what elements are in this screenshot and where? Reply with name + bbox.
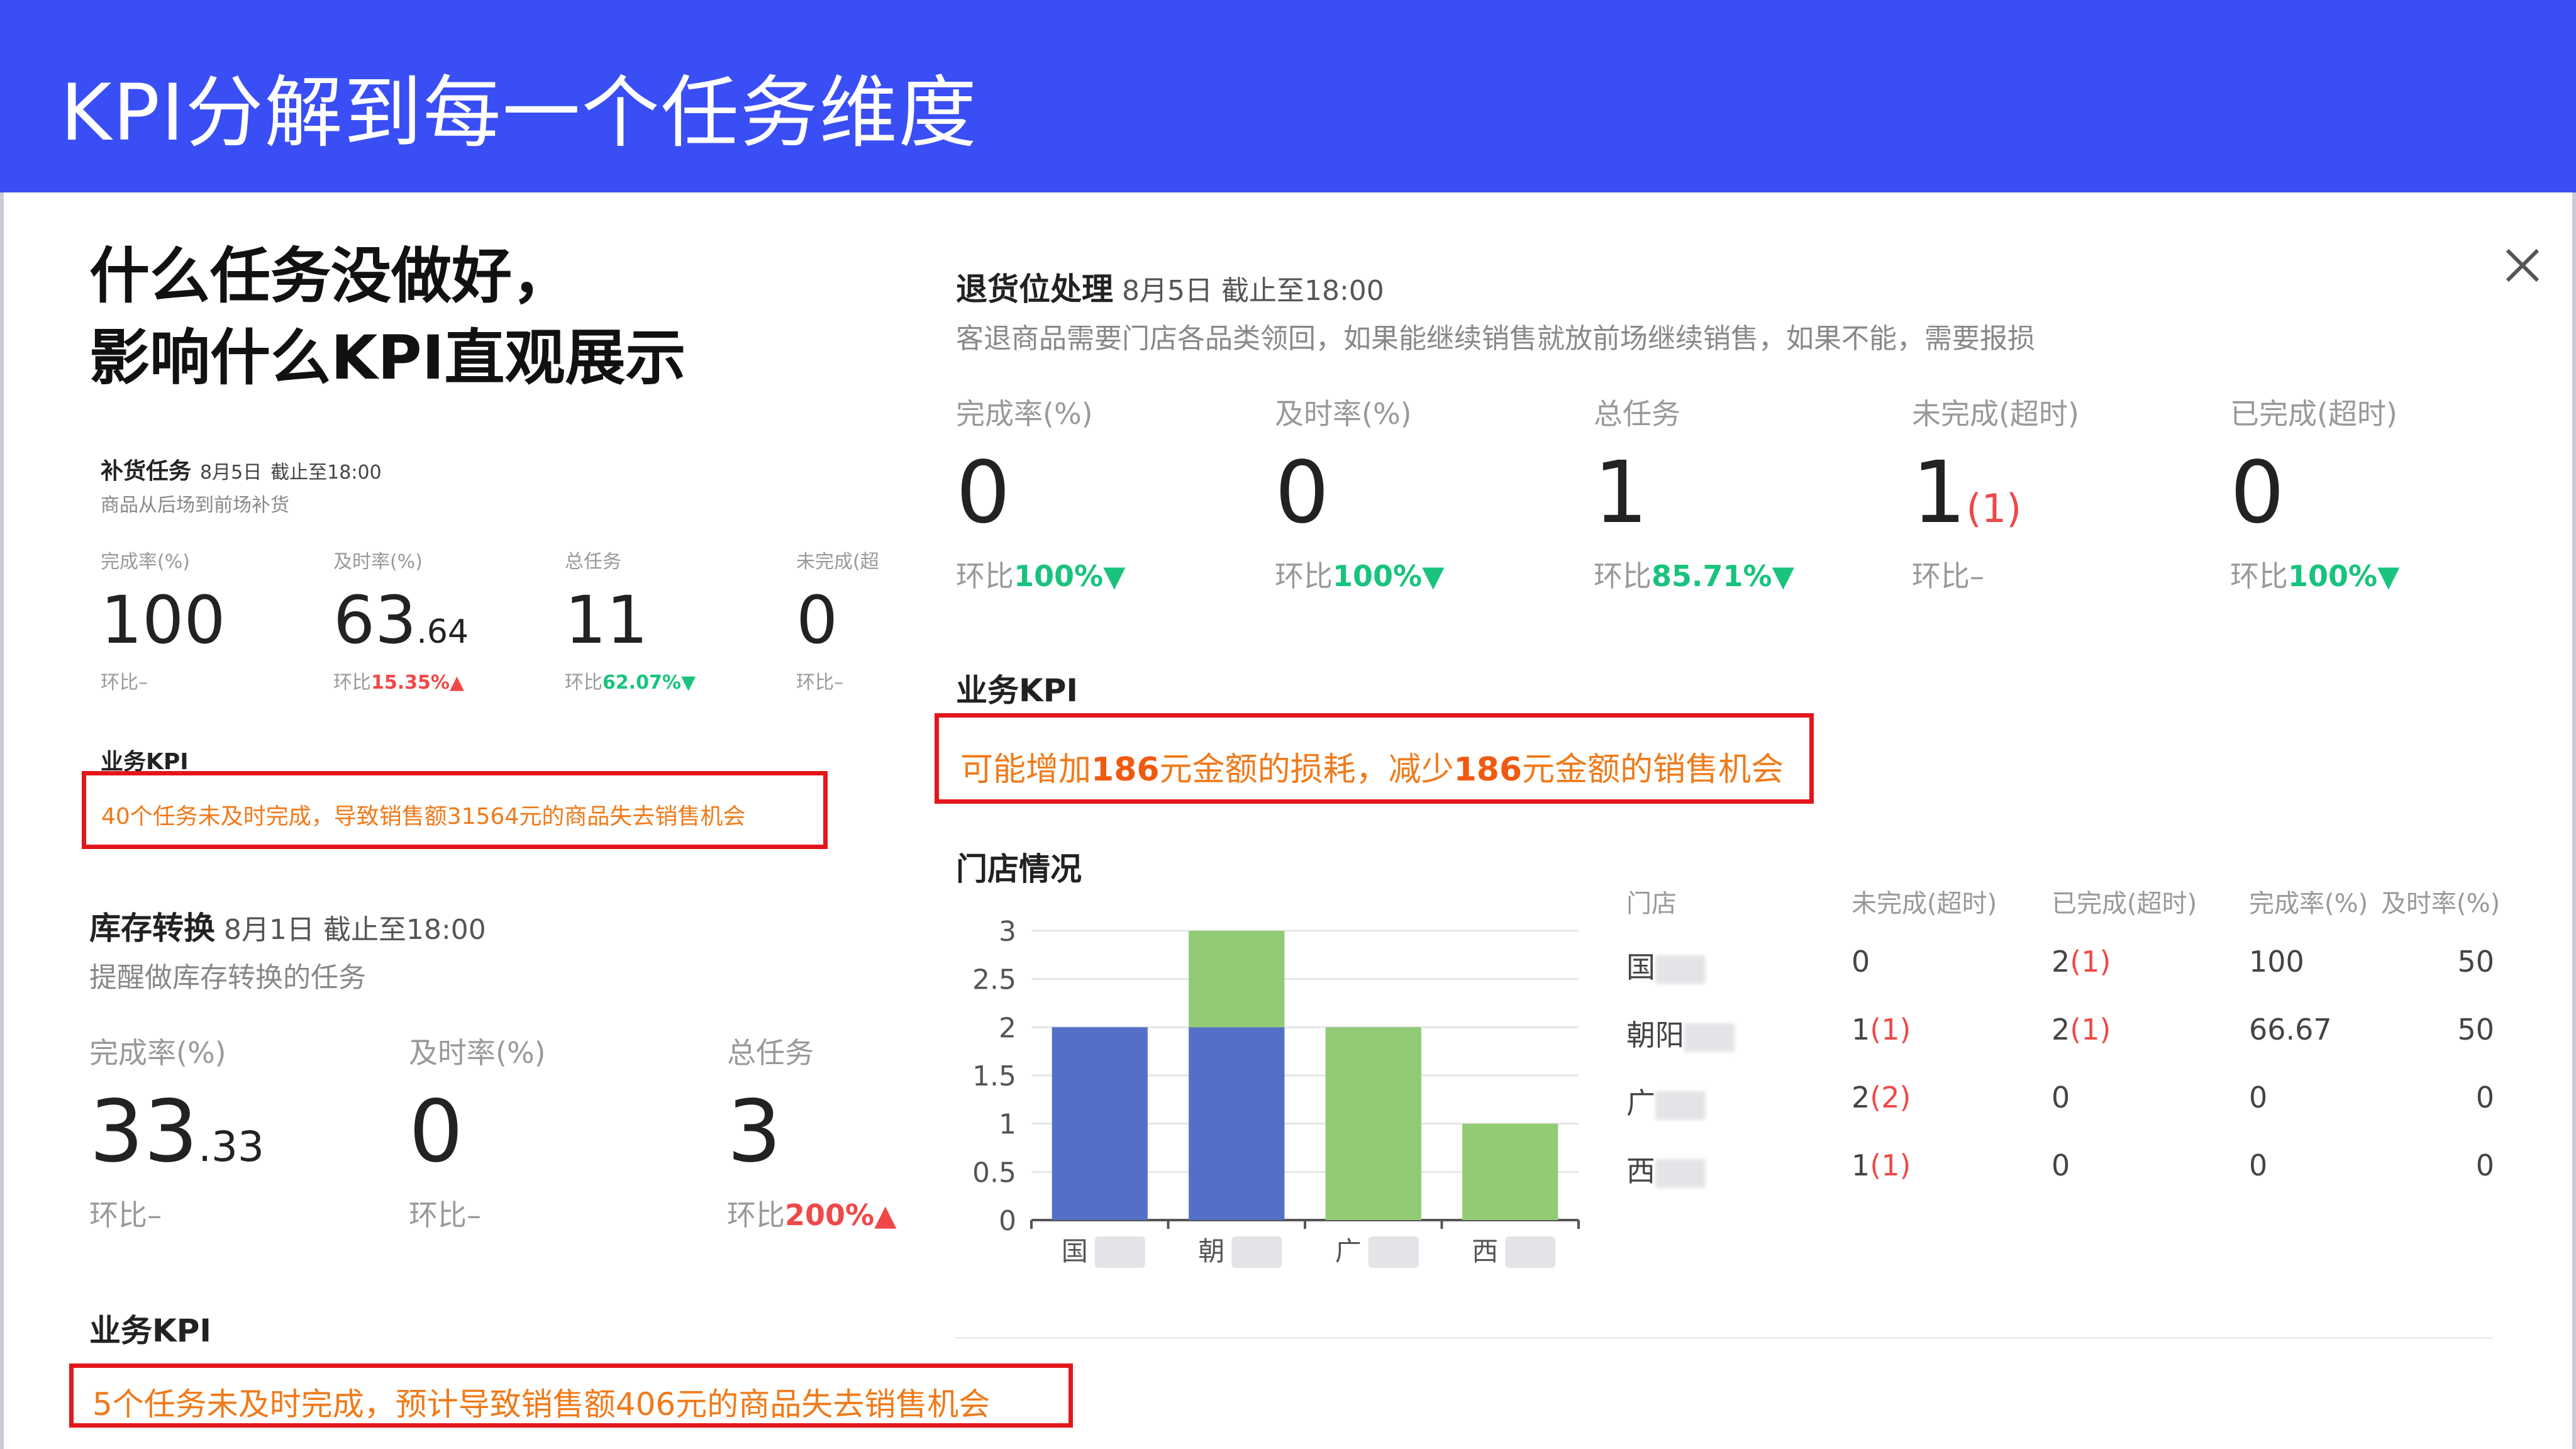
- inventory-desc: 提醒做库存转换的任务: [89, 962, 366, 994]
- returns-metric-completion: 完成率(%) 0 环比100%▼: [956, 397, 1126, 593]
- table-row[interactable]: 国: [1626, 945, 1706, 986]
- restock-metric-unfinished: 未完成(超 0 环比–: [796, 551, 879, 694]
- chart-label-blur: [1094, 1236, 1145, 1268]
- table-row[interactable]: 广: [1626, 1080, 1706, 1122]
- trend-down-icon: ▼: [1103, 559, 1126, 593]
- chart-xtick-label: 朝: [1198, 1236, 1224, 1267]
- blurred-text: [1655, 955, 1706, 984]
- chart-bar: [1189, 931, 1285, 1028]
- divider: [955, 1337, 2493, 1339]
- chart-ytick-label: 3: [999, 916, 1016, 948]
- returns-desc: 客退商品需要门店各品类领回，如果能继续销售就放前场继续销售，如果不能，需要报损: [956, 323, 2035, 355]
- chart-ytick-label: 0.5: [972, 1157, 1016, 1189]
- returns-kpi-label: 业务KPI: [956, 672, 1078, 709]
- chart-ytick-label: 1.5: [972, 1060, 1016, 1092]
- restock-desc: 商品从后场到前场补货: [101, 494, 289, 516]
- store-chart: 0 0.5 1 1.5 2 2.5 3 国 朝 广 西: [972, 916, 1580, 1268]
- chart-ytick-label: 2: [999, 1012, 1016, 1044]
- restock-metric-timely: 及时率(%) 63.64 环比15.35%▲: [333, 551, 469, 694]
- returns-title: 退货位处理 8月5日 截止至18:00: [956, 271, 1384, 308]
- restock-kpi-box: 40个任务未及时完成，导致销售额31564元的商品失去销售机会: [82, 771, 828, 849]
- trend-down-icon: ▼: [1422, 559, 1445, 593]
- trend-down-icon: ▼: [680, 672, 696, 694]
- headline: 什么任务没做好， 影响什么KPI直观展示: [89, 235, 686, 399]
- col-unfinished: 未完成(超时): [1852, 889, 1997, 918]
- stores-title: 门店情况: [956, 851, 1082, 887]
- chart-label-blur: [1368, 1236, 1419, 1268]
- chart-label-blur: [1231, 1236, 1282, 1268]
- inventory-metric-total: 总任务 3 环比200%▲: [727, 1036, 897, 1232]
- chart-ytick-label: 2.5: [972, 964, 1016, 996]
- blurred-text: [1655, 1091, 1706, 1120]
- chart-bar: [1052, 1027, 1148, 1220]
- page-header: KPI分解到每一个任务维度: [0, 0, 2576, 192]
- inventory-kpi-label: 业务KPI: [89, 1313, 211, 1349]
- close-icon[interactable]: [2503, 247, 2541, 284]
- inventory-kpi-text: 5个任务未及时完成，预计导致销售额406元的商品失去销售机会: [92, 1386, 991, 1423]
- inventory-kpi-box: 5个任务未及时完成，预计导致销售额406元的商品失去销售机会: [69, 1363, 1073, 1428]
- inventory-metric-timely: 及时率(%) 0 环比–: [409, 1036, 546, 1232]
- restock-kpi-text: 40个任务未及时完成，导致销售额31564元的商品失去销售机会: [101, 804, 746, 830]
- returns-kpi-text: 可能增加186元金额的损耗，减少186元金额的销售机会: [960, 751, 1784, 789]
- chart-bar: [1462, 1123, 1558, 1220]
- trend-down-icon: ▼: [1772, 559, 1794, 593]
- returns-metric-total: 总任务 1 环比85.71%▼: [1594, 397, 1794, 593]
- blurred-text: [1655, 1158, 1706, 1188]
- trend-up-icon: ▲: [874, 1198, 897, 1232]
- restock-title: 补货任务 8月5日 截止至18:00: [101, 458, 382, 484]
- chart-bar: [1189, 1027, 1285, 1220]
- chart-ytick-label: 1: [999, 1109, 1016, 1141]
- chart-xtick-label: 国: [1062, 1236, 1088, 1267]
- table-row[interactable]: 朝阳: [1626, 1013, 1735, 1054]
- chart-xtick-label: 广: [1335, 1236, 1362, 1267]
- returns-metric-timely: 及时率(%) 0 环比100%▼: [1275, 397, 1445, 593]
- trend-up-icon: ▲: [449, 672, 465, 694]
- chart-ytick-label: 0: [999, 1205, 1016, 1237]
- table-row[interactable]: 西: [1626, 1148, 1706, 1190]
- inventory-metric-completion: 完成率(%) 33.33 环比–: [89, 1036, 265, 1232]
- returns-metric-unfinished: 未完成(超时) 1(1) 环比–: [1912, 397, 2079, 593]
- headline-line2: 影响什么KPI直观展示: [89, 323, 686, 393]
- returns-metric-finished: 已完成(超时) 0 环比100%▼: [2230, 397, 2400, 593]
- inventory-title: 库存转换 8月1日 截止至18:00: [89, 910, 486, 947]
- blurred-text: [1684, 1023, 1735, 1052]
- returns-kpi-box: 可能增加186元金额的损耗，减少186元金额的销售机会: [935, 713, 1814, 804]
- chart-bar: [1325, 1027, 1421, 1220]
- col-rate: 完成率(%): [2249, 889, 2368, 918]
- trend-down-icon: ▼: [2377, 559, 2400, 593]
- restock-metric-completion: 完成率(%) 100 环比–: [101, 551, 226, 694]
- restock-metric-total: 总任务 11 环比62.07%▼: [565, 551, 696, 694]
- col-store: 门店: [1626, 889, 1677, 918]
- headline-line1: 什么任务没做好，: [89, 241, 572, 311]
- col-timely: 及时率(%): [2381, 889, 2501, 918]
- chart-label-blur: [1505, 1236, 1556, 1268]
- header-title: KPI分解到每一个任务维度: [60, 68, 978, 158]
- col-finished: 已完成(超时): [2051, 889, 2197, 918]
- chart-xtick-label: 西: [1472, 1236, 1498, 1267]
